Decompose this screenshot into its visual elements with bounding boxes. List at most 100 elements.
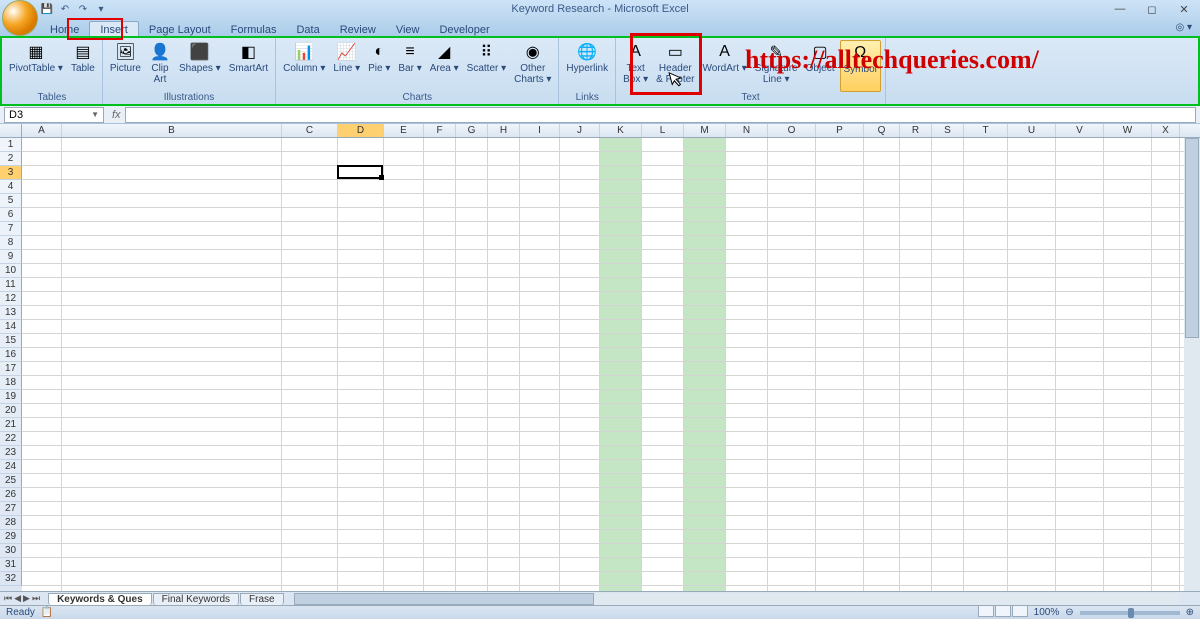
formula-input[interactable] (125, 107, 1196, 123)
sheet-tab-keywords-ques[interactable]: Keywords & Ques (48, 593, 152, 605)
col-header-D[interactable]: D (338, 124, 384, 137)
horizontal-scrollbar[interactable] (294, 593, 1180, 605)
area-button[interactable]: ◢Area ▾ (427, 40, 462, 92)
headerfooter-button[interactable]: ▭Header & Footer (653, 40, 697, 92)
scatter-button[interactable]: ⠿Scatter ▾ (464, 40, 509, 92)
qat-save-icon[interactable]: 💾 (40, 2, 54, 16)
zoom-level[interactable]: 100% (1034, 607, 1060, 618)
row-header-24[interactable]: 24 (0, 460, 22, 474)
col-header-S[interactable]: S (932, 124, 964, 137)
col-header-F[interactable]: F (424, 124, 456, 137)
col-header-A[interactable]: A (22, 124, 62, 137)
qat-redo-icon[interactable]: ↷ (76, 2, 90, 16)
sheet-nav-first-icon[interactable]: ⏮ (4, 593, 12, 604)
col-header-C[interactable]: C (282, 124, 338, 137)
row-header-28[interactable]: 28 (0, 516, 22, 530)
row-header-30[interactable]: 30 (0, 544, 22, 558)
row-header-19[interactable]: 19 (0, 390, 22, 404)
row-header-16[interactable]: 16 (0, 348, 22, 362)
active-cell[interactable] (337, 165, 383, 179)
help-icon[interactable]: ◎ ▾ (1175, 22, 1192, 33)
col-header-G[interactable]: G (456, 124, 488, 137)
qat-customize-icon[interactable]: ▾ (94, 2, 108, 16)
office-button[interactable] (2, 0, 38, 36)
other-charts-button[interactable]: ◉Other Charts ▾ (511, 40, 554, 92)
col-header-J[interactable]: J (560, 124, 600, 137)
row-header-10[interactable]: 10 (0, 264, 22, 278)
vertical-scrollbar[interactable] (1184, 138, 1200, 591)
row-header-1[interactable]: 1 (0, 138, 22, 152)
col-header-L[interactable]: L (642, 124, 684, 137)
row-header-25[interactable]: 25 (0, 474, 22, 488)
col-header-I[interactable]: I (520, 124, 560, 137)
sheet-nav-next-icon[interactable]: ▶ (23, 593, 30, 604)
col-header-K[interactable]: K (600, 124, 642, 137)
row-header-15[interactable]: 15 (0, 334, 22, 348)
col-header-R[interactable]: R (900, 124, 932, 137)
col-header-V[interactable]: V (1056, 124, 1104, 137)
row-header-5[interactable]: 5 (0, 194, 22, 208)
textbox-button[interactable]: AText Box ▾ (620, 40, 651, 92)
sheet-tab-final-keywords[interactable]: Final Keywords (153, 593, 239, 605)
col-header-P[interactable]: P (816, 124, 864, 137)
vertical-scroll-thumb[interactable] (1185, 138, 1199, 338)
row-header-8[interactable]: 8 (0, 236, 22, 250)
row-header-7[interactable]: 7 (0, 222, 22, 236)
col-header-H[interactable]: H (488, 124, 520, 137)
col-header-B[interactable]: B (62, 124, 282, 137)
row-header-20[interactable]: 20 (0, 404, 22, 418)
row-header-22[interactable]: 22 (0, 432, 22, 446)
sheet-tab-frase[interactable]: Frase (240, 593, 284, 605)
sheet-nav-last-icon[interactable]: ⏭ (32, 593, 40, 604)
line-button[interactable]: 📈Line ▾ (330, 40, 363, 92)
zoom-out-icon[interactable]: ⊖ (1065, 607, 1073, 618)
row-header-31[interactable]: 31 (0, 558, 22, 572)
row-header-11[interactable]: 11 (0, 278, 22, 292)
col-header-W[interactable]: W (1104, 124, 1152, 137)
col-header-Q[interactable]: Q (864, 124, 900, 137)
row-header-14[interactable]: 14 (0, 320, 22, 334)
col-header-X[interactable]: X (1152, 124, 1180, 137)
row-header-12[interactable]: 12 (0, 292, 22, 306)
row-header-6[interactable]: 6 (0, 208, 22, 222)
smartart-button[interactable]: ◧SmartArt (226, 40, 271, 92)
row-header-27[interactable]: 27 (0, 502, 22, 516)
picture-button[interactable]: 🖼Picture (107, 40, 144, 92)
bar-button[interactable]: ≡Bar ▾ (395, 40, 424, 92)
zoom-slider[interactable] (1080, 611, 1180, 615)
row-header-4[interactable]: 4 (0, 180, 22, 194)
col-header-U[interactable]: U (1008, 124, 1056, 137)
row-header-9[interactable]: 9 (0, 250, 22, 264)
col-header-O[interactable]: O (768, 124, 816, 137)
hyperlink-button[interactable]: 🌐Hyperlink (563, 40, 611, 92)
clipart-button[interactable]: 👤Clip Art (146, 40, 174, 92)
row-header-29[interactable]: 29 (0, 530, 22, 544)
view-buttons[interactable] (977, 605, 1028, 620)
row-header-17[interactable]: 17 (0, 362, 22, 376)
name-box-dropdown-icon[interactable]: ▼ (91, 110, 99, 119)
pivottable-button[interactable]: ▦PivotTable ▾ (6, 40, 66, 92)
sheet-nav-prev-icon[interactable]: ◀ (14, 593, 21, 604)
column-button[interactable]: 📊Column ▾ (280, 40, 328, 92)
cells-area[interactable] (22, 138, 1200, 591)
row-header-26[interactable]: 26 (0, 488, 22, 502)
maximize-button[interactable]: ◻ (1142, 2, 1162, 16)
close-button[interactable]: ✕ (1174, 2, 1194, 16)
name-box[interactable]: D3 ▼ (4, 107, 104, 123)
fx-icon[interactable]: fx (112, 109, 121, 121)
wordart-button[interactable]: AWordArt ▾ (700, 40, 750, 92)
select-all-corner[interactable] (0, 124, 22, 137)
qat-undo-icon[interactable]: ↶ (58, 2, 72, 16)
zoom-in-icon[interactable]: ⊕ (1186, 607, 1194, 618)
horizontal-scroll-thumb[interactable] (294, 593, 594, 605)
row-header-3[interactable]: 3 (0, 166, 22, 180)
row-header-13[interactable]: 13 (0, 306, 22, 320)
row-header-21[interactable]: 21 (0, 418, 22, 432)
col-header-N[interactable]: N (726, 124, 768, 137)
col-header-T[interactable]: T (964, 124, 1008, 137)
col-header-E[interactable]: E (384, 124, 424, 137)
table-button[interactable]: ▤Table (68, 40, 98, 92)
row-header-23[interactable]: 23 (0, 446, 22, 460)
shapes-button[interactable]: ⬛Shapes ▾ (176, 40, 224, 92)
row-header-2[interactable]: 2 (0, 152, 22, 166)
